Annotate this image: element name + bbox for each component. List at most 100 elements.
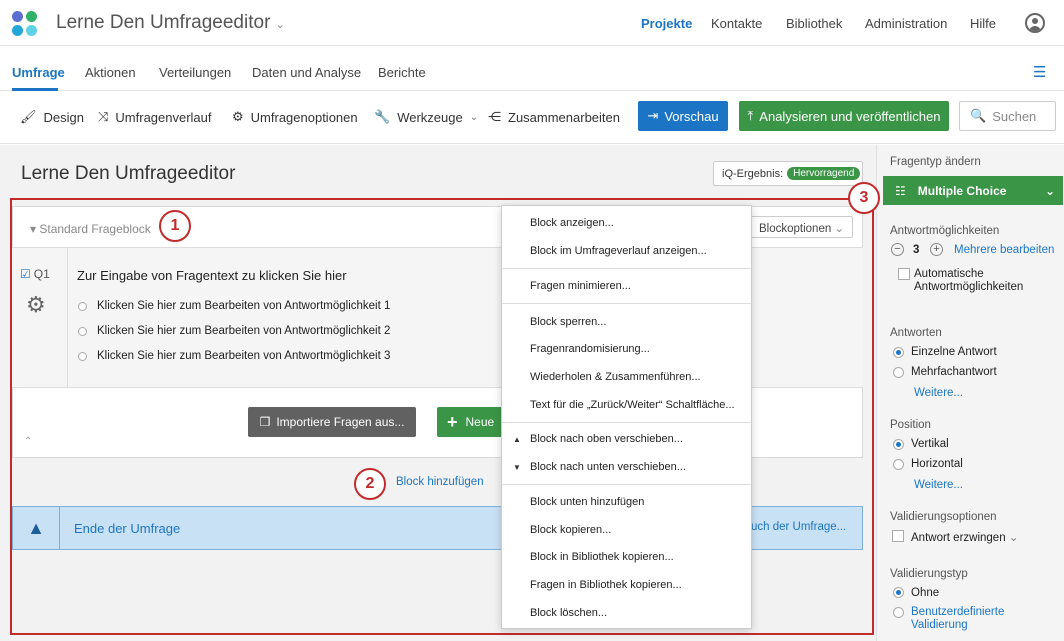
- menu-item[interactable]: Block kopieren...: [530, 524, 611, 536]
- plus-icon[interactable]: +: [930, 243, 943, 256]
- nav-hilfe[interactable]: Hilfe: [970, 16, 996, 31]
- menu-item[interactable]: Block sperren...: [530, 316, 606, 328]
- radio-single[interactable]: [893, 347, 904, 358]
- auto-choices-label: Automatische Antwortmöglichkeiten: [914, 268, 1024, 293]
- tab-berichte[interactable]: Berichte: [378, 65, 426, 80]
- menu-item[interactable]: Fragen minimieren...: [530, 280, 631, 292]
- choices-count: 3: [913, 244, 920, 256]
- menu-item[interactable]: Block löschen...: [530, 607, 607, 619]
- edit-multiple-link[interactable]: Mehrere bearbeiten: [954, 244, 1054, 256]
- validation-type-label: Validierungstyp: [890, 568, 968, 580]
- menu-item[interactable]: Wiederholen & Zusammenführen...: [530, 371, 701, 383]
- collaborate-button[interactable]: ⋲ Zusammenarbeiten: [488, 109, 620, 125]
- survey-title[interactable]: Lerne Den Umfrageeditor: [21, 163, 235, 185]
- survey-flow-label: Umfragenverlauf: [115, 109, 212, 125]
- question-settings-panel: [876, 145, 1064, 641]
- tab-aktionen[interactable]: Aktionen: [85, 65, 136, 80]
- menu-item[interactable]: Block in Bibliothek kopieren...: [530, 551, 674, 563]
- multi-answer-label: Mehrfachantwort: [911, 366, 997, 378]
- menu-divider: [502, 484, 751, 485]
- menu-item[interactable]: Block anzeigen...: [530, 217, 614, 229]
- minus-icon[interactable]: −: [891, 243, 904, 256]
- radio-none[interactable]: [893, 587, 904, 598]
- survey-options-label: Umfragenoptionen: [250, 109, 358, 125]
- list-view-icon[interactable]: ☰: [1033, 63, 1046, 81]
- nav-projekte[interactable]: Projekte: [641, 16, 692, 31]
- position-more-link[interactable]: Weitere...: [914, 479, 963, 491]
- nav-bibliothek[interactable]: Bibliothek: [786, 16, 842, 31]
- callout-1: 1: [159, 210, 191, 242]
- menu-item[interactable]: Block nach oben verschieben...: [530, 433, 683, 445]
- search-input[interactable]: 🔍 Suchen: [959, 101, 1056, 131]
- iq-score-badge[interactable]: iQ-Ergebnis: Hervorragend: [713, 161, 863, 186]
- force-response-label[interactable]: Antwort erzwingen ⌄: [911, 530, 1018, 544]
- answers-more-link[interactable]: Weitere...: [914, 387, 963, 399]
- app-title[interactable]: Lerne Den Umfrageeditor ⌄: [56, 12, 285, 34]
- publish-icon: ⤒: [747, 108, 754, 123]
- publish-button[interactable]: ⤒ Analysieren und veröffentlichen: [739, 101, 949, 131]
- share-icon: ⋲: [488, 109, 501, 124]
- block-options-menu: Block anzeigen... Block im Umfrageverlau…: [501, 205, 752, 629]
- gear-icon: ⚙: [232, 109, 244, 124]
- chevron-down-icon: ⌄: [1008, 532, 1019, 544]
- tab-umfrage[interactable]: Umfrage: [12, 65, 65, 80]
- menu-item[interactable]: Block im Umfrageverlauf anzeigen...: [530, 245, 707, 257]
- radio-vertical[interactable]: [893, 439, 904, 450]
- nav-administration[interactable]: Administration: [865, 16, 947, 31]
- menu-divider: [502, 422, 751, 423]
- force-response-checkbox[interactable]: [892, 530, 904, 542]
- arrow-up-icon: ▲: [513, 435, 521, 444]
- survey-options-button[interactable]: ⚙ Umfragenoptionen: [232, 109, 358, 125]
- menu-item[interactable]: Block unten hinzufügen: [530, 496, 644, 508]
- tools-button[interactable]: 🔧 Werkzeuge ⌄: [374, 109, 478, 125]
- question-type-dropdown[interactable]: ☷ Multiple Choice ⌄: [883, 176, 1063, 205]
- menu-item[interactable]: Block nach unten verschieben...: [530, 461, 686, 473]
- radio-custom[interactable]: [893, 607, 904, 618]
- menu-item[interactable]: Fragenrandomisierung...: [530, 343, 650, 355]
- horizontal-label: Horizontal: [911, 458, 963, 470]
- tab-daten-und-analyse[interactable]: Daten und Analyse: [252, 65, 361, 80]
- change-type-label: Fragentyp ändern: [890, 156, 981, 168]
- tab-verteilungen[interactable]: Verteilungen: [159, 65, 231, 80]
- iq-value: Hervorragend: [787, 167, 861, 180]
- preview-button[interactable]: ⇥ Vorschau: [638, 101, 728, 131]
- publish-label: Analysieren und veröffentlichen: [759, 108, 941, 124]
- tools-label: Werkzeuge: [397, 109, 463, 125]
- brush-icon: 🖌: [20, 109, 37, 124]
- auto-choices-checkbox[interactable]: [898, 268, 910, 280]
- preview-label: Vorschau: [664, 108, 719, 124]
- answers-label: Antworten: [890, 327, 942, 339]
- arrow-down-icon: ▼: [513, 463, 521, 472]
- wrench-icon: 🔧: [374, 109, 391, 124]
- search-icon: 🔍: [970, 108, 987, 123]
- preview-icon: ⇥: [647, 108, 659, 123]
- question-type-value: Multiple Choice: [917, 183, 1007, 198]
- position-label: Position: [890, 419, 931, 431]
- nav-kontakte[interactable]: Kontakte: [711, 16, 762, 31]
- choices-label: Antwortmöglichkeiten: [890, 225, 1000, 237]
- iq-label: iQ-Ergebnis:: [722, 167, 784, 180]
- radio-multi[interactable]: [893, 367, 904, 378]
- menu-item[interactable]: Fragen in Bibliothek kopieren...: [530, 579, 682, 591]
- radio-horizontal[interactable]: [893, 459, 904, 470]
- single-answer-label: Einzelne Antwort: [911, 346, 997, 358]
- chevron-down-icon: ⌄: [1044, 183, 1055, 198]
- validation-options-label: Validierungsoptionen: [890, 511, 997, 523]
- custom-validation-label[interactable]: Benutzerdefinierte Validierung: [911, 606, 1051, 632]
- survey-flow-button[interactable]: ⤨ Umfragenverlauf: [98, 109, 212, 125]
- menu-divider: [502, 303, 751, 304]
- qualtrics-logo-icon: [12, 11, 40, 39]
- vertical-label: Vertikal: [911, 438, 949, 450]
- callout-2: 2: [354, 468, 386, 500]
- list-icon: ☷: [895, 183, 906, 198]
- callout-3: 3: [848, 182, 880, 214]
- design-button[interactable]: 🖌 Design: [20, 109, 84, 125]
- chevron-down-icon: ⌄: [469, 111, 479, 123]
- menu-item[interactable]: Text für die „Zurück/Weiter“ Schaltfläch…: [530, 399, 735, 411]
- user-avatar-icon[interactable]: [1025, 13, 1045, 33]
- menu-divider: [502, 268, 751, 269]
- top-header: Lerne Den Umfrageeditor ⌄ Projekte Konta…: [0, 0, 1064, 46]
- sub-navigation: Umfrage Aktionen Verteilungen Daten und …: [0, 53, 1064, 91]
- flow-icon: ⤨: [98, 109, 109, 124]
- none-label: Ohne: [911, 587, 940, 599]
